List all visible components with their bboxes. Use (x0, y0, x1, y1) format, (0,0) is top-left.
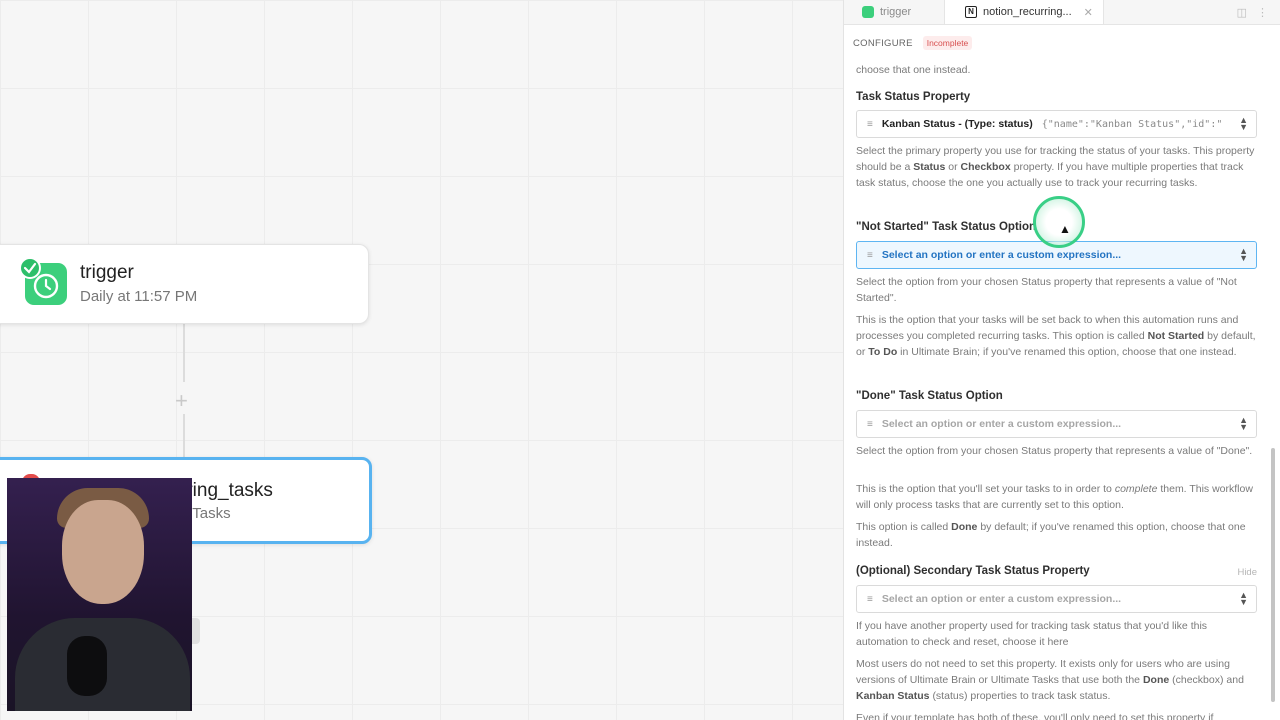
webcam-overlay (7, 478, 192, 711)
trigger-node-schedule: Daily at 11:57 PM (80, 288, 198, 305)
trigger-node-title: trigger (80, 262, 134, 283)
selected-value: Kanban Status - (Type: status) (881, 118, 1033, 130)
secondary-property-select[interactable]: ≡ Select an option or enter a custom exp… (856, 585, 1257, 613)
not-started-description-1: Select the option from your chosen Statu… (856, 276, 1237, 304)
list-icon: ≡ (867, 249, 873, 261)
task-status-property-label: Task Status Property (856, 91, 971, 103)
intro-tail: choose that one instead. (856, 64, 971, 76)
done-description-2: This is the option that you'll set your … (856, 483, 1253, 511)
list-icon: ≡ (867, 418, 873, 430)
not-started-description-2: This is the option that your tasks will … (856, 314, 1256, 358)
secondary-description-1: If you have another property used for tr… (856, 620, 1208, 648)
split-view-icon[interactable]: ◫ (1237, 6, 1247, 19)
pipedream-icon (862, 6, 874, 18)
tab-trigger[interactable]: trigger (844, 0, 944, 24)
done-option-select[interactable]: ≡ Select an option or enter a custom exp… (856, 410, 1257, 438)
panel-tabs: trigger N notion_recurring... ✕ ◫ ⋮ (844, 0, 1280, 25)
configure-header: CONFIGURE Incomplete (844, 25, 1280, 61)
plus-icon[interactable]: + (175, 388, 188, 414)
close-icon[interactable]: ✕ (1084, 6, 1093, 19)
done-description-1: Select the option from your chosen Statu… (856, 445, 1253, 457)
task-status-property-description: Select the primary property you use for … (856, 145, 1255, 189)
check-icon (19, 257, 41, 279)
connector-line (183, 324, 185, 382)
list-icon: ≡ (867, 593, 873, 605)
tab-label: trigger (880, 6, 912, 18)
select-arrow-icon: ▲ ▼ (1239, 415, 1248, 432)
notion-icon: N (965, 6, 977, 18)
secondary-property-label: (Optional) Secondary Task Status Propert… (856, 565, 1090, 577)
selected-value-json: {"name":"Kanban Status","id":" (1041, 118, 1223, 130)
step-node-title: rring_tasks (180, 480, 273, 501)
select-placeholder: Select an option or enter a custom expre… (881, 593, 1122, 605)
microphone-icon (67, 636, 107, 696)
tab-notion-recurring[interactable]: N notion_recurring... ✕ (944, 0, 1104, 24)
secondary-description-3: Even if your template has both of these,… (856, 712, 1214, 720)
list-icon: ≡ (867, 118, 873, 130)
clock-icon (19, 257, 67, 305)
mouse-pointer-icon: ▲ (1059, 222, 1071, 236)
select-arrow-icon: ▲ ▼ (1239, 115, 1248, 132)
config-form: choose that one instead. Task Status Pro… (844, 62, 1280, 720)
secondary-description-2: Most users do not need to set this prope… (856, 658, 1244, 702)
select-placeholder: Select an option or enter a custom expre… (881, 249, 1122, 261)
more-options-icon[interactable]: ⋮ (1257, 6, 1268, 19)
tab-label: notion_recurring... (983, 6, 1072, 18)
done-option-label: "Done" Task Status Option (856, 390, 1003, 402)
select-placeholder: Select an option or enter a custom expre… (881, 418, 1122, 430)
workflow-canvas[interactable]: + trigger Daily at 11:57 PM rring_tasks … (0, 0, 843, 720)
select-arrow-icon: ▲ ▼ (1239, 246, 1248, 263)
select-arrow-icon: ▲ ▼ (1239, 590, 1248, 607)
hide-link[interactable]: Hide (1237, 567, 1257, 578)
connector-line (183, 414, 185, 457)
task-status-property-select[interactable]: ≡ Kanban Status - (Type: status) {"name"… (856, 110, 1257, 138)
status-badge: Incomplete (922, 36, 973, 50)
step-config-panel: trigger N notion_recurring... ✕ ◫ ⋮ CONF… (843, 0, 1280, 720)
done-description-3: This option is called Done by default; i… (856, 521, 1246, 549)
trigger-node[interactable]: trigger Daily at 11:57 PM (0, 244, 369, 324)
configure-label: CONFIGURE (853, 37, 913, 49)
panel-scrollbar[interactable] (1271, 448, 1275, 702)
